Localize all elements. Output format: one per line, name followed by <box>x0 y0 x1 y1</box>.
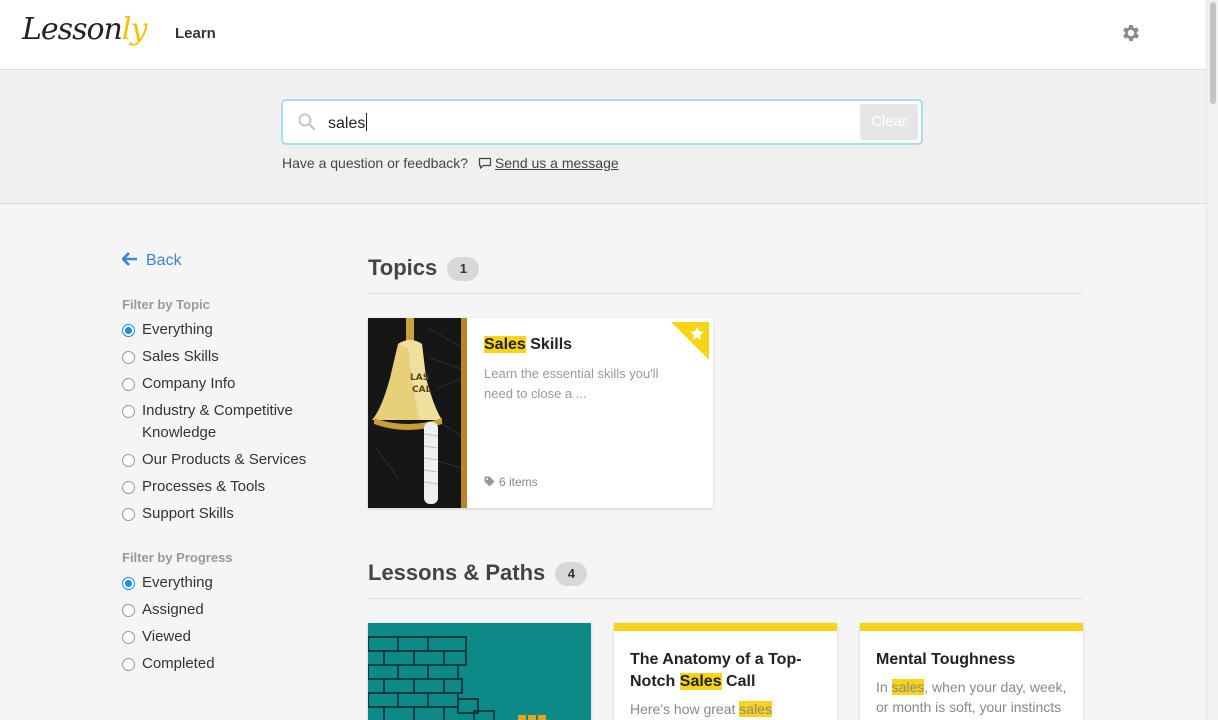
topic-option-products[interactable]: Our Products & Services <box>122 449 342 471</box>
radio[interactable] <box>122 405 135 418</box>
topic-card-item-count: 6 items <box>484 475 538 489</box>
scrollbar-thumb[interactable] <box>1210 2 1216 104</box>
progress-option-completed[interactable]: Completed <box>122 653 342 675</box>
clear-button[interactable]: Clear <box>860 104 918 140</box>
vertical-scrollbar[interactable] <box>1206 0 1218 720</box>
option-label-line2: Knowledge <box>142 424 217 441</box>
search-input[interactable]: sales Clear <box>281 99 923 145</box>
topic-option-company-info[interactable]: Company Info <box>122 373 342 395</box>
topics-count-badge: 1 <box>447 257 480 281</box>
radio-selected[interactable] <box>122 324 135 337</box>
lesson-thumbnail-brick-wall <box>368 623 591 720</box>
svg-text:CAL: CAL <box>412 385 432 395</box>
progress-option-assigned[interactable]: Assigned <box>122 599 342 621</box>
topic-card-title: Sales Skills <box>484 334 684 356</box>
search-band: sales Clear Have a question or feedback?… <box>0 71 1206 204</box>
lesson-card-description: In sales, when your day, week, or month … <box>876 677 1072 717</box>
option-label: Everything <box>142 321 213 338</box>
title-rest: Skills <box>525 336 573 353</box>
radio[interactable] <box>122 604 135 617</box>
divider <box>368 293 1082 294</box>
lesson-card-title: The Anatomy of a Top-Notch Sales Call <box>630 649 826 693</box>
topic-card-description: Learn the essential skills you'll need t… <box>484 366 659 401</box>
topic-option-industry[interactable]: Industry & Competitive Knowledge <box>122 400 342 444</box>
feedback-text: Have a question or feedback? <box>282 155 469 171</box>
search-highlight: Sales <box>484 336 526 353</box>
option-label: Company Info <box>142 375 236 392</box>
option-label: Industry & Competitive <box>142 402 293 419</box>
send-message-link[interactable]: Send us a message <box>495 155 619 171</box>
svg-text:LAS: LAS <box>410 373 429 383</box>
option-label: Everything <box>142 574 213 591</box>
desc-text: Here's how great <box>630 701 740 717</box>
search-highlight: Sales <box>679 673 722 690</box>
lessonly-logo[interactable]: Lessonly <box>22 12 148 47</box>
option-label: Processes & Tools <box>142 478 266 495</box>
star-icon[interactable] <box>671 322 709 360</box>
radio[interactable] <box>122 631 135 644</box>
topic-thumbnail-bell: LAS CAL <box>368 318 467 508</box>
radio[interactable] <box>122 454 135 467</box>
radio[interactable] <box>122 378 135 391</box>
radio-selected[interactable] <box>122 577 135 590</box>
topics-title: Topics <box>368 255 438 280</box>
search-input-value[interactable]: sales <box>328 113 368 133</box>
back-label: Back <box>146 252 182 269</box>
lesson-card-body: The Anatomy of a Top-Notch Sales Call He… <box>630 649 826 719</box>
top-header: Lessonly Learn <box>0 0 1206 70</box>
tag-icon <box>484 476 495 487</box>
lesson-card-description: Here's how great sales <box>630 699 826 719</box>
topics-heading: Topics 1 <box>368 255 480 281</box>
topic-card-body: Sales Skills Learn the essential skills … <box>484 334 684 404</box>
message-bubble-icon <box>478 157 492 169</box>
items-count-text: 6 items <box>499 475 538 489</box>
filter-by-topic-title: Filter by Topic <box>122 297 210 312</box>
topic-option-processes[interactable]: Processes & Tools <box>122 476 342 498</box>
lessons-count-badge: 4 <box>555 562 588 586</box>
filter-by-progress-title: Filter by Progress <box>122 550 233 565</box>
radio[interactable] <box>122 508 135 521</box>
option-label: Support Skills <box>142 505 234 522</box>
lessons-heading: Lessons & Paths 4 <box>368 560 588 586</box>
back-link[interactable]: Back <box>122 252 182 270</box>
topic-option-everything[interactable]: Everything <box>122 319 342 341</box>
logo-text-accent: ly <box>121 12 148 47</box>
topic-option-support[interactable]: Support Skills <box>122 503 342 525</box>
lessons-title: Lessons & Paths <box>368 560 546 585</box>
lesson-card-mental-toughness[interactable]: Mental Toughness In sales, when your day… <box>860 623 1083 720</box>
option-label: Sales Skills <box>142 348 219 365</box>
option-label: Our Products & Services <box>142 451 307 468</box>
radio[interactable] <box>122 658 135 671</box>
option-label: Assigned <box>142 601 204 618</box>
option-label: Viewed <box>142 628 191 645</box>
text-caret <box>366 113 368 131</box>
progress-option-viewed[interactable]: Viewed <box>122 626 342 648</box>
lesson-card-anatomy-sales-call[interactable]: The Anatomy of a Top-Notch Sales Call He… <box>614 623 837 720</box>
gear-icon[interactable] <box>1120 22 1142 44</box>
search-highlight: sales <box>739 701 772 717</box>
nav-learn-link[interactable]: Learn <box>175 25 216 42</box>
lesson-card-body: Mental Toughness In sales, when your day… <box>876 649 1072 717</box>
search-highlight: sales <box>891 679 925 695</box>
search-icon <box>298 113 316 131</box>
arrow-left-icon <box>122 252 137 266</box>
radio[interactable] <box>122 481 135 494</box>
feedback-line: Have a question or feedback? Send us a m… <box>282 155 619 171</box>
lesson-card-image[interactable] <box>368 623 591 720</box>
option-label: Completed <box>142 655 215 672</box>
topic-option-sales-skills[interactable]: Sales Skills <box>122 346 342 368</box>
radio[interactable] <box>122 351 135 364</box>
title-text: Call <box>721 673 756 690</box>
desc-text: In <box>876 679 892 695</box>
divider <box>368 598 1082 599</box>
logo-text-main: Lesson <box>22 12 123 47</box>
lesson-card-title: Mental Toughness <box>876 651 1016 668</box>
progress-option-everything[interactable]: Everything <box>122 572 342 594</box>
topic-card-sales-skills[interactable]: LAS CAL Sales Skills Learn the essential… <box>368 318 713 508</box>
